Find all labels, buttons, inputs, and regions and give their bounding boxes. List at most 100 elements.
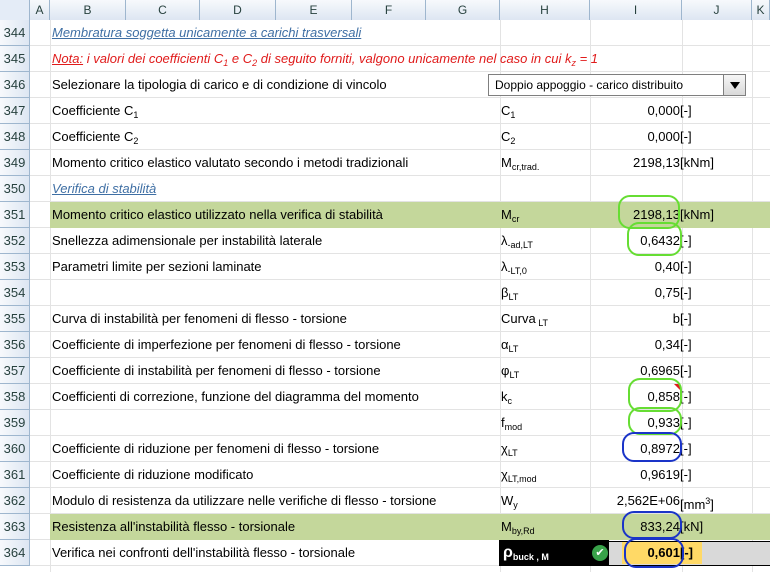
slenderness-label[interactable]: Snellezza adimensionale per instabilità … xyxy=(52,228,322,254)
load-type-dropdown[interactable]: Doppio appoggio - carico distribuito xyxy=(488,74,746,96)
fmod-symbol[interactable]: fmod xyxy=(501,410,522,436)
column-d-header[interactable]: D xyxy=(200,0,276,20)
instability-coeff-label[interactable]: Coefficiente di instabilità per fenomeni… xyxy=(52,358,381,384)
coeff-c2-value[interactable]: 0,000 xyxy=(647,124,680,150)
coeff-c1-value[interactable]: 0,000 xyxy=(647,98,680,124)
chi-ltmod-value[interactable]: 0,9619 xyxy=(640,462,680,488)
row-header[interactable]: 359 xyxy=(0,410,30,436)
row-header[interactable]: 357 xyxy=(0,358,30,384)
fmod-unit[interactable]: [-] xyxy=(680,410,692,436)
mcr-symbol[interactable]: Mcr xyxy=(501,202,519,228)
section-title-verifica[interactable]: Verifica di stabilità xyxy=(52,176,156,202)
wy-value[interactable]: 2,562E+06 xyxy=(617,488,680,514)
row-header[interactable]: 362 xyxy=(0,488,30,514)
coeff-c2-symbol[interactable]: C2 xyxy=(501,124,515,150)
row-header[interactable]: 353 xyxy=(0,254,30,280)
beta-lt-value[interactable]: 0,75 xyxy=(655,280,680,306)
note-text[interactable]: Nota: i valori dei coefficienti C1 e C2 … xyxy=(52,46,598,72)
row-header[interactable]: 349 xyxy=(0,150,30,176)
curve-symbol[interactable]: Curva LT xyxy=(501,306,548,332)
modulus-label[interactable]: Modulo di resistenza da utilizzare nelle… xyxy=(52,488,436,514)
phi-lt-value[interactable]: 0,6965 xyxy=(640,358,680,384)
row-header[interactable]: 347 xyxy=(0,98,30,124)
column-e-header[interactable]: E xyxy=(276,0,352,20)
mcr-trad-symbol[interactable]: Mcr,trad. xyxy=(501,150,539,176)
section-title-membratura[interactable]: Membratura soggetta unicamente a carichi… xyxy=(52,20,361,46)
lambda-lt0-value[interactable]: 0,40 xyxy=(655,254,680,280)
reduction-coeff-label[interactable]: Coefficiente di riduzione per fenomeni d… xyxy=(52,436,379,462)
alpha-lt-unit[interactable]: [-] xyxy=(680,332,692,358)
lambda-lt0-unit[interactable]: [-] xyxy=(680,254,692,280)
verification-label[interactable]: Verifica nei confronti dell'instabilità … xyxy=(52,540,355,566)
row-header[interactable]: 350 xyxy=(0,176,30,202)
mbyrd-unit[interactable]: [kN] xyxy=(680,514,703,540)
alpha-lt-value[interactable]: 0,34 xyxy=(655,332,680,358)
resistance-label[interactable]: Resistenza all'instabilità flesso - tors… xyxy=(52,514,295,540)
chi-lt-unit[interactable]: [-] xyxy=(680,436,692,462)
row-header[interactable]: 345 xyxy=(0,46,30,72)
column-f-header[interactable]: F xyxy=(352,0,426,20)
wy-unit[interactable]: [mm3] xyxy=(680,488,714,514)
comment-indicator[interactable] xyxy=(674,384,680,390)
kc-symbol[interactable]: kc xyxy=(501,384,512,410)
beta-lt-symbol[interactable]: βLT xyxy=(501,280,518,306)
alpha-lt-symbol[interactable]: αLT xyxy=(501,332,518,358)
chi-ltmod-unit[interactable]: [-] xyxy=(680,462,692,488)
column-b-header[interactable]: B xyxy=(50,0,126,20)
phi-lt-unit[interactable]: [-] xyxy=(680,358,692,384)
column-g-header[interactable]: G xyxy=(426,0,500,20)
kc-unit[interactable]: [-] xyxy=(680,384,692,410)
chevron-down-icon[interactable] xyxy=(723,75,745,95)
select-all-corner[interactable] xyxy=(0,0,30,20)
mcr-trad-value[interactable]: 2198,13 xyxy=(633,150,680,176)
row-header[interactable]: 352 xyxy=(0,228,30,254)
coeff-c1-label[interactable]: Coefficiente C1 xyxy=(52,98,138,124)
phi-lt-symbol[interactable]: φLT xyxy=(501,358,519,384)
column-a-header[interactable]: A xyxy=(30,0,50,20)
reduction-mod-label[interactable]: Coefficiente di riduzione modificato xyxy=(52,462,253,488)
rho-buck-unit[interactable]: [-] xyxy=(680,540,693,566)
column-i-header[interactable]: I xyxy=(590,0,682,20)
chi-lt-symbol[interactable]: χLT xyxy=(501,436,518,462)
row-header[interactable]: 356 xyxy=(0,332,30,358)
coeff-c1-unit[interactable]: [-] xyxy=(680,98,692,124)
row-header[interactable]: 355 xyxy=(0,306,30,332)
mcr-trad-label[interactable]: Momento critico elastico valutato second… xyxy=(52,150,408,176)
column-k-header[interactable]: K xyxy=(752,0,770,20)
lambda-lt0-symbol[interactable]: λ-LT,0 xyxy=(501,254,527,280)
correction-coeff-label[interactable]: Coefficienti di correzione, funzione del… xyxy=(52,384,419,410)
chi-ltmod-symbol[interactable]: χLT,mod xyxy=(501,462,537,488)
column-j-header[interactable]: J xyxy=(682,0,752,20)
row-header[interactable]: 360 xyxy=(0,436,30,462)
column-h-header[interactable]: H xyxy=(500,0,590,20)
slenderness-symbol[interactable]: λ-ad,LT xyxy=(501,228,533,254)
column-c-header[interactable]: C xyxy=(126,0,200,20)
mcr-label[interactable]: Momento critico elastico utilizzato nell… xyxy=(52,202,383,228)
rho-buck-value[interactable]: 0,601 xyxy=(647,540,680,566)
mbyrd-symbol[interactable]: Mby,Rd xyxy=(501,514,535,540)
mcr-unit[interactable]: [kNm] xyxy=(680,202,714,228)
fmod-value[interactable]: 0,933 xyxy=(647,410,680,436)
slenderness-unit[interactable]: [-] xyxy=(680,228,692,254)
beta-lt-unit[interactable]: [-] xyxy=(680,280,692,306)
row-header[interactable]: 348 xyxy=(0,124,30,150)
row-header[interactable]: 351 xyxy=(0,202,30,228)
coeff-c2-label[interactable]: Coefficiente C2 xyxy=(52,124,138,150)
slenderness-value[interactable]: 0,6432 xyxy=(640,228,680,254)
wy-symbol[interactable]: Wy xyxy=(501,488,518,514)
row-header[interactable]: 354 xyxy=(0,280,30,306)
mcr-trad-unit[interactable]: [kNm] xyxy=(680,150,714,176)
row-header[interactable]: 363 xyxy=(0,514,30,540)
limit-params-label[interactable]: Parametri limite per sezioni laminate xyxy=(52,254,262,280)
curve-unit[interactable]: [-] xyxy=(680,306,692,332)
row-header[interactable]: 344 xyxy=(0,20,30,46)
mbyrd-value[interactable]: 833,24 xyxy=(640,514,680,540)
curve-label[interactable]: Curva di instabilità per fenomeni di fle… xyxy=(52,306,347,332)
coeff-c2-unit[interactable]: [-] xyxy=(680,124,692,150)
row-header[interactable]: 361 xyxy=(0,462,30,488)
row-header[interactable]: 346 xyxy=(0,72,30,98)
row-header[interactable]: 364 xyxy=(0,540,30,566)
imperfection-label[interactable]: Coefficiente di imperfezione per fenomen… xyxy=(52,332,401,358)
row-header[interactable]: 358 xyxy=(0,384,30,410)
chi-lt-value[interactable]: 0,8972 xyxy=(640,436,680,462)
